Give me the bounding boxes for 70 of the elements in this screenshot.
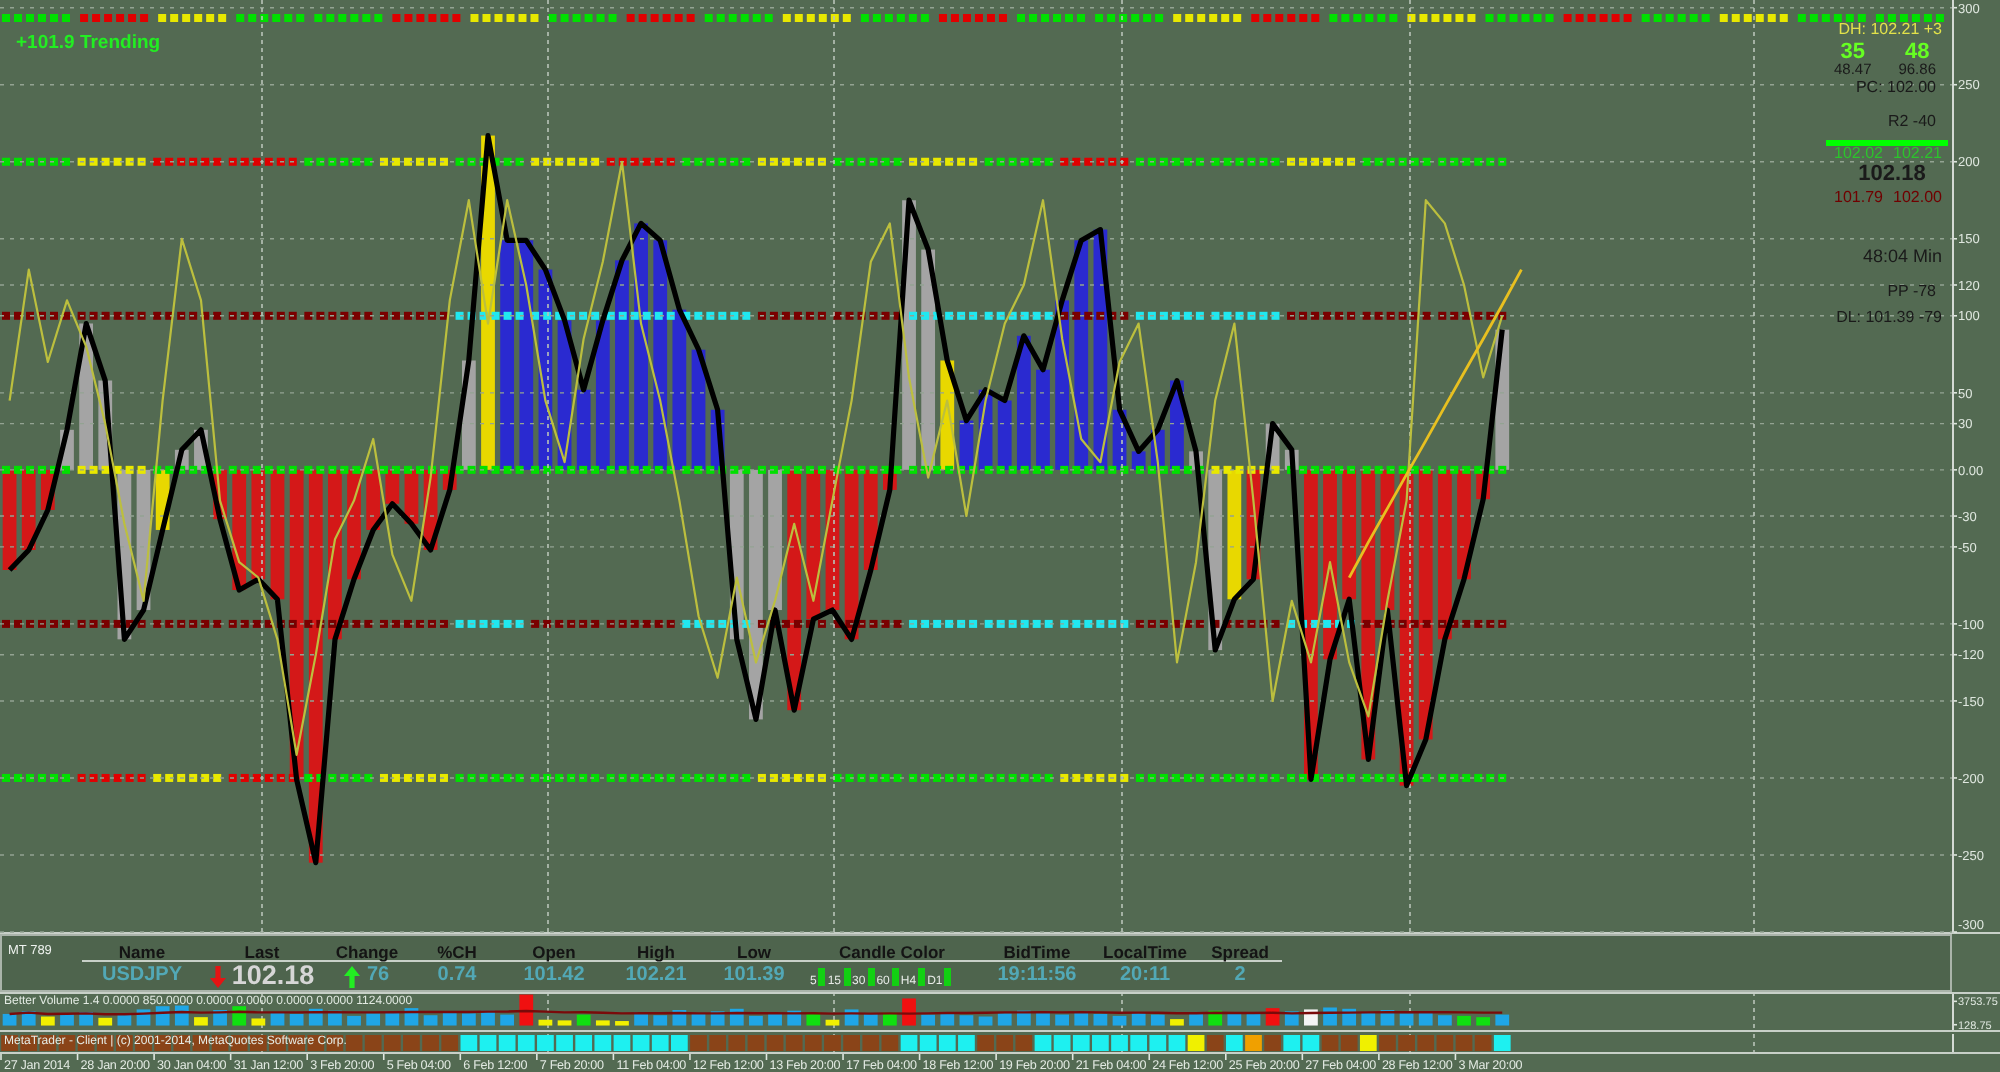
day-low-text: DL: 101.39 -79 <box>1834 309 1942 325</box>
column-header: %CH <box>435 942 479 962</box>
volume-bar <box>1112 1015 1127 1026</box>
volume-bar <box>251 1018 266 1026</box>
volume-bar <box>749 1015 763 1026</box>
low-price-text: 101.79 <box>1834 189 1883 205</box>
column-header: Candle Color <box>837 942 947 962</box>
trend-status-text: +101.9 Trending <box>16 34 161 53</box>
pivot-text: PP -78 <box>1885 283 1938 299</box>
volume-bar <box>174 1005 189 1026</box>
high-price-text: 102.02 <box>1834 145 1883 161</box>
volume-bar <box>1170 1019 1184 1026</box>
volume-bar <box>978 1016 993 1026</box>
volume-bar <box>194 1017 208 1026</box>
column-header: Spread <box>1209 942 1271 962</box>
change-text: 76 <box>366 966 390 986</box>
percent-change-text: 0.74 <box>437 966 477 986</box>
volume-bar <box>959 1015 974 1026</box>
volume-bar <box>557 1020 572 1026</box>
resistance-text: R2 -40 <box>1885 113 1938 129</box>
volume-bar <box>519 994 534 1026</box>
volume-bar <box>40 1016 55 1026</box>
volume-bar <box>615 1021 629 1026</box>
last-price-text: 102.18 <box>231 962 315 990</box>
spread-text: 2 <box>1234 966 1246 986</box>
volume-bar <box>653 1015 668 1026</box>
volume-bar <box>538 1019 553 1026</box>
column-header: Open <box>530 942 578 962</box>
column-header: Name <box>116 942 168 962</box>
volume-bar <box>232 1006 247 1026</box>
volume-bar <box>1457 1015 1471 1026</box>
countdown-text: 48:04 Min <box>1860 247 1942 265</box>
volume-bar <box>347 1015 361 1026</box>
current-price-text: 102.18 <box>1856 163 1928 185</box>
range-bar <box>1826 139 1948 145</box>
high-price-text: 102.21 <box>1893 145 1942 161</box>
volume-bar <box>595 1020 610 1026</box>
volume-bar <box>155 1006 170 1026</box>
column-header: Low <box>735 942 773 962</box>
volume-bar <box>576 1014 591 1026</box>
volume-bar <box>462 1013 476 1026</box>
day-high-text: DH: 102.21 +3 <box>1836 22 1942 38</box>
high-price-text: 102.21 <box>625 966 687 986</box>
volume-bar <box>1476 1017 1490 1026</box>
volume-bar <box>1055 1014 1069 1026</box>
column-header: LocalTime <box>1101 942 1189 962</box>
volume-bar <box>1399 1013 1414 1026</box>
volume-bar <box>2 1013 17 1026</box>
volume-bar <box>117 1014 132 1026</box>
column-header: Change <box>333 942 401 962</box>
volume-bar <box>500 1014 514 1026</box>
volume-bar <box>98 1017 113 1026</box>
volume-bar <box>423 1015 438 1026</box>
volume-bar <box>1150 1014 1165 1026</box>
low-price-text: 101.39 <box>723 966 785 986</box>
local-time-text: 20:11 <box>1119 966 1171 986</box>
open-price-text: 101.42 <box>523 966 585 986</box>
symbol-text: USDJPY <box>101 966 182 986</box>
volume-bar <box>1438 1015 1452 1026</box>
column-header: Last <box>242 942 282 962</box>
volume-bar <box>825 1019 840 1026</box>
previous-close-text: PC: 102.00 <box>1853 79 1938 95</box>
low-price-text: 102.00 <box>1893 189 1942 205</box>
bid-time-text: 19:11:56 <box>997 966 1077 986</box>
counter-value: 35 <box>1840 44 1866 62</box>
volume-bar <box>921 1014 936 1026</box>
volume-bar <box>1495 1014 1510 1026</box>
counter-value: 48 <box>1904 44 1930 62</box>
column-header: BidTime <box>1001 942 1073 962</box>
column-header: High <box>635 942 677 962</box>
